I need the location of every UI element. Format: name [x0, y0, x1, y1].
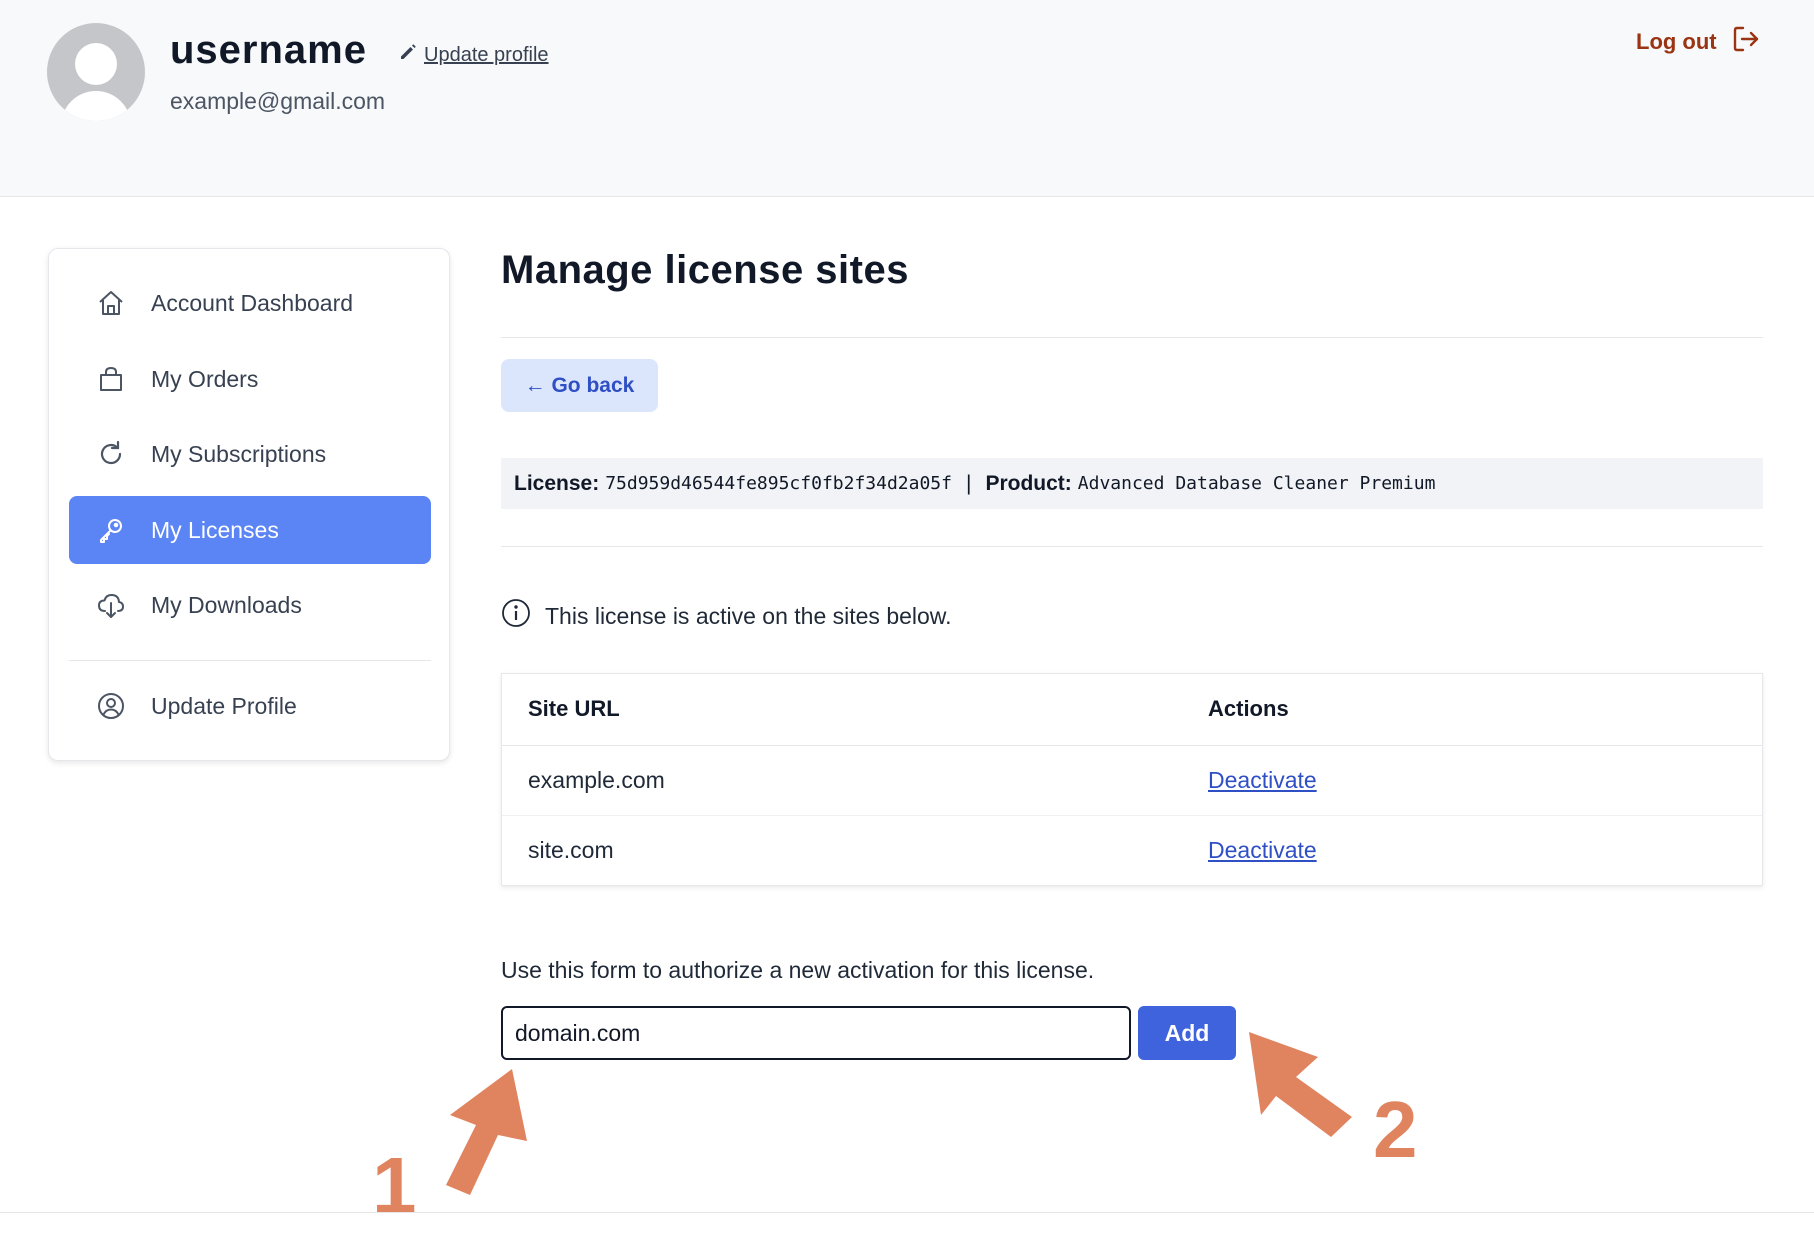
arrow-1-icon	[446, 1069, 527, 1195]
annotation-number-2: 2	[1373, 1085, 1418, 1174]
arrow-2-icon	[1249, 1032, 1352, 1137]
footer-divider	[0, 1212, 1814, 1213]
annotation-number-1: 1	[372, 1141, 417, 1230]
annotation-overlay: 1 2	[372, 1032, 1418, 1230]
